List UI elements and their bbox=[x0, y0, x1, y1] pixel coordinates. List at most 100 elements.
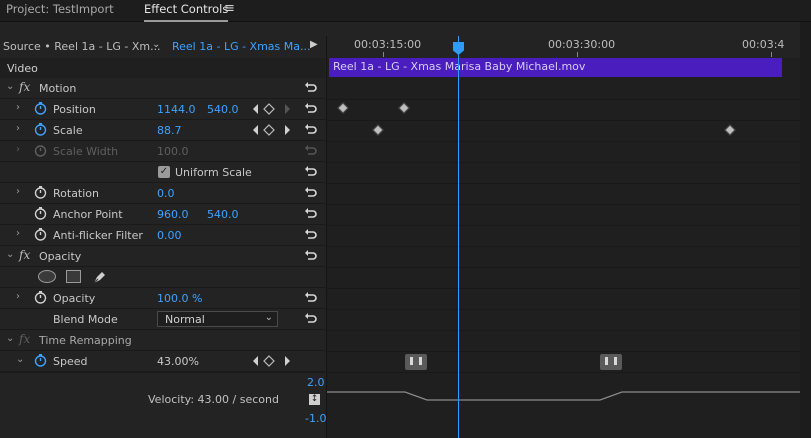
stopwatch-icon[interactable] bbox=[34, 186, 47, 199]
position-x-value[interactable]: 1144.0 bbox=[157, 103, 196, 116]
keyframe-navigator[interactable] bbox=[252, 103, 296, 115]
position-keyframe[interactable] bbox=[398, 102, 410, 114]
anchor-point-row[interactable]: Anchor Point 960.0 540.0 bbox=[0, 204, 325, 225]
speed-keyframe[interactable] bbox=[405, 354, 427, 370]
vertical-scrollbar[interactable] bbox=[800, 22, 811, 438]
position-keyframe[interactable] bbox=[337, 102, 349, 114]
video-header-label: Video bbox=[7, 62, 38, 75]
reset-icon[interactable] bbox=[304, 165, 318, 179]
velocity-graph[interactable] bbox=[327, 376, 811, 438]
chevron-right-icon[interactable]: › bbox=[16, 228, 20, 239]
opacity-group-label: Opacity bbox=[39, 250, 82, 263]
motion-label: Motion bbox=[39, 82, 77, 95]
opacity-group-row[interactable]: ⌄ fx Opacity bbox=[0, 246, 325, 267]
panel-tab-bar: Project: TestImport Effect Controls ≡ bbox=[0, 0, 811, 22]
uniform-scale-checkbox[interactable]: ✓ bbox=[158, 166, 170, 178]
clip-selector[interactable]: Reel 1a - LG - Xmas Ma... bbox=[172, 40, 311, 53]
fx-icon[interactable]: fx bbox=[19, 248, 30, 262]
chevron-right-icon[interactable]: › bbox=[16, 123, 20, 134]
anchor-point-label: Anchor Point bbox=[53, 208, 123, 221]
rotation-row[interactable]: › Rotation 0.0 bbox=[0, 183, 325, 204]
stopwatch-icon[interactable] bbox=[34, 207, 47, 220]
video-header: Video bbox=[0, 58, 325, 78]
chevron-down-icon[interactable]: ⌄ bbox=[6, 249, 14, 260]
timeline-area[interactable]: 00:03:15:00 00:03:30:00 00:03:4 Reel 1a … bbox=[326, 36, 811, 438]
chevron-right-icon: › bbox=[16, 144, 20, 155]
chevron-down-icon[interactable]: ⌄ bbox=[16, 354, 24, 365]
time-remapping-row[interactable]: ⌄ fx Time Remapping bbox=[0, 330, 325, 351]
chevron-right-icon[interactable]: › bbox=[16, 291, 20, 302]
chevron-down-icon[interactable]: ⌄ bbox=[6, 333, 14, 344]
position-y-value[interactable]: 540.0 bbox=[207, 103, 239, 116]
scale-width-row[interactable]: › Scale Width 100.0 bbox=[0, 141, 325, 162]
clip-bar[interactable]: Reel 1a - LG - Xmas Marisa Baby Michael.… bbox=[329, 58, 782, 77]
stopwatch-icon[interactable] bbox=[34, 123, 47, 136]
speed-keyframe[interactable] bbox=[600, 354, 622, 370]
reset-icon[interactable] bbox=[304, 228, 318, 242]
ruler-time-label: 00:03:15:00 bbox=[354, 38, 422, 51]
stopwatch-icon[interactable] bbox=[34, 102, 47, 115]
reset-icon[interactable] bbox=[304, 249, 318, 263]
rotation-label: Rotation bbox=[53, 187, 100, 200]
keyframe-navigator[interactable] bbox=[252, 355, 296, 367]
reset-icon[interactable] bbox=[304, 207, 318, 221]
tab-project[interactable]: Project: TestImport bbox=[6, 2, 114, 16]
antiflicker-row[interactable]: › Anti-flicker Filter 0.00 bbox=[0, 225, 325, 246]
ruler-time-label: 00:03:30:00 bbox=[548, 38, 616, 51]
panel-menu-icon[interactable]: ≡ bbox=[224, 1, 235, 16]
antiflicker-label: Anti-flicker Filter bbox=[53, 229, 143, 242]
scale-keyframe[interactable] bbox=[724, 124, 736, 136]
reset-icon[interactable] bbox=[304, 81, 318, 95]
opacity-label: Opacity bbox=[53, 292, 96, 305]
motion-row[interactable]: ⌄ fx Motion bbox=[0, 78, 325, 99]
scale-row[interactable]: › Scale 88.7 bbox=[0, 120, 325, 141]
stopwatch-icon[interactable] bbox=[34, 291, 47, 304]
chevron-right-icon[interactable]: › bbox=[16, 102, 20, 113]
reset-icon[interactable] bbox=[304, 102, 318, 116]
blend-mode-select[interactable]: Normal ⌄ bbox=[157, 311, 278, 327]
anchor-y-value[interactable]: 540.0 bbox=[207, 208, 239, 221]
rectangle-mask-icon[interactable] bbox=[66, 270, 81, 283]
mask-tools-row bbox=[0, 267, 325, 288]
uniform-scale-row: ✓ Uniform Scale bbox=[0, 162, 325, 183]
chevron-right-icon[interactable]: › bbox=[16, 186, 20, 197]
time-remapping-label: Time Remapping bbox=[39, 334, 132, 347]
uniform-scale-label: Uniform Scale bbox=[175, 166, 252, 179]
tab-effect-controls[interactable]: Effect Controls bbox=[144, 2, 229, 22]
playhead[interactable] bbox=[458, 36, 459, 438]
reset-icon[interactable] bbox=[304, 186, 318, 200]
ellipse-mask-icon[interactable] bbox=[38, 270, 56, 283]
opacity-row[interactable]: › Opacity 100.0 % bbox=[0, 288, 325, 309]
position-row[interactable]: › Position 1144.0 540.0 bbox=[0, 99, 325, 120]
source-bar: Source • Reel 1a - LG - Xm... ⌄ Reel 1a … bbox=[0, 36, 325, 58]
reset-icon[interactable] bbox=[304, 123, 318, 137]
chevron-down-icon[interactable]: ⌄ bbox=[152, 39, 160, 50]
anchor-x-value[interactable]: 960.0 bbox=[157, 208, 189, 221]
opacity-value[interactable]: 100.0 % bbox=[157, 292, 202, 305]
blend-mode-label: Blend Mode bbox=[53, 313, 118, 326]
antiflicker-value[interactable]: 0.00 bbox=[157, 229, 182, 242]
pen-mask-icon[interactable] bbox=[92, 269, 108, 285]
keyframe-navigator[interactable] bbox=[252, 124, 296, 136]
rotation-value[interactable]: 0.0 bbox=[157, 187, 175, 200]
play-arrow-icon[interactable]: ▶ bbox=[310, 39, 318, 50]
fx-icon[interactable]: fx bbox=[19, 80, 30, 94]
fit-graph-icon[interactable]: ↕ bbox=[309, 394, 320, 405]
time-ruler[interactable]: 00:03:15:00 00:03:30:00 00:03:4 bbox=[327, 36, 811, 58]
stopwatch-icon bbox=[34, 145, 47, 157]
reset-icon[interactable] bbox=[304, 291, 318, 305]
reset-icon bbox=[305, 145, 317, 155]
chevron-down-icon[interactable]: ⌄ bbox=[6, 81, 14, 92]
scale-keyframe[interactable] bbox=[372, 124, 384, 136]
scale-width-value: 100.0 bbox=[157, 145, 189, 158]
source-label[interactable]: Source • Reel 1a - LG - Xm... bbox=[3, 40, 161, 53]
velocity-min-label: -1.0 bbox=[305, 412, 327, 425]
fx-icon: fx bbox=[19, 332, 31, 346]
position-label: Position bbox=[53, 103, 96, 116]
scale-width-label: Scale Width bbox=[53, 145, 119, 158]
scale-value[interactable]: 88.7 bbox=[157, 124, 182, 137]
reset-icon[interactable] bbox=[304, 312, 318, 326]
stopwatch-icon[interactable] bbox=[34, 354, 47, 367]
stopwatch-icon[interactable] bbox=[34, 228, 47, 241]
speed-row[interactable]: ⌄ Speed 43.00% bbox=[0, 351, 325, 372]
